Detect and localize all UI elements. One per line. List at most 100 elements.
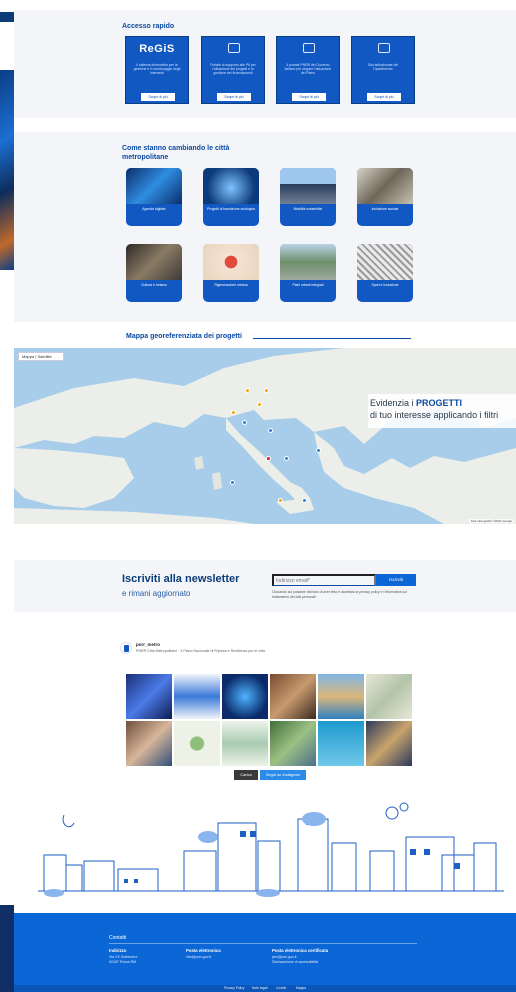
map-pin-selected[interactable] (266, 456, 271, 461)
city-card-1[interactable]: Agenda digitale (126, 168, 182, 226)
filter-hint-line2: di tuo interesse applicando i filtri (370, 410, 499, 420)
map-title-rule (253, 338, 411, 339)
map-section: Mappa georeferenziata dei progetti Mappa… (14, 322, 516, 528)
instagram-post[interactable] (270, 674, 316, 719)
city-card-image (357, 244, 413, 280)
city-card-image (357, 168, 413, 204)
map-pin-cluster[interactable] (268, 428, 273, 433)
instagram-video[interactable] (318, 721, 364, 766)
emblem-icon (303, 43, 315, 53)
footer-bottom-link[interactable]: Mappa (296, 986, 306, 990)
quick-card-3[interactable]: Il portale PNRR del Governo italiano per… (276, 36, 340, 104)
city-card-label: Progetti di transizione ecologica (207, 207, 255, 211)
map-pin-cluster[interactable] (242, 420, 247, 425)
footer-col-title: Indirizzo (109, 948, 127, 953)
footer-bottom-link[interactable]: Note legali (252, 986, 268, 990)
filter-hint-prefix: Evidenzia i (370, 398, 414, 408)
instagram-post[interactable] (126, 721, 172, 766)
map-pin-cluster[interactable] (264, 388, 269, 393)
page: Accesso rapido ReGiS Il sistema informat… (0, 0, 516, 992)
newsletter-subtitle: e rimani aggiornato (122, 589, 191, 598)
city-card-4[interactable]: Inclusione sociale (357, 168, 413, 226)
cities-title: Come stanno cambiando le città metropoli… (122, 145, 230, 161)
quick-card-button[interactable]: Scopri di più (217, 93, 251, 101)
newsletter-title: Iscriviti alla newsletter (122, 573, 240, 585)
instagram-post[interactable] (270, 721, 316, 766)
city-card-label: Agenda digitale (142, 207, 166, 211)
instagram-post[interactable] (222, 674, 268, 719)
subscribe-button[interactable]: Iscriviti (376, 574, 416, 586)
map-pin-cluster[interactable] (316, 448, 321, 453)
city-card-image (280, 168, 336, 204)
cities-section: Come stanno cambiando le città metropoli… (14, 132, 516, 322)
footer-heading: Contatti (109, 935, 127, 941)
project-map[interactable]: Mappa | Satellite Evidenzia i PROGETTI d… (14, 348, 516, 524)
regis-logo: ReGiS (139, 43, 175, 55)
map-pin-cluster[interactable] (230, 480, 235, 485)
city-card-2[interactable]: Progetti di transizione ecologica (203, 168, 259, 226)
instagram-feed: pnrr_metro PNRR Città Metropolitane · Il… (110, 636, 420, 784)
follow-instagram-button[interactable]: Segui su Instagram (260, 770, 306, 780)
footer-accessibility-link[interactable]: Dichiarazione di accessibilità (272, 960, 318, 965)
quick-card-2[interactable]: Portale di supporto alle PA per l'attuaz… (201, 36, 265, 104)
city-card-8[interactable]: Sport e inclusione (357, 244, 413, 302)
city-card-image (280, 244, 336, 280)
map-type-control[interactable]: Mappa | Satellite (18, 352, 64, 361)
city-illustration (14, 795, 516, 913)
emblem-icon (378, 43, 390, 53)
quick-card-4[interactable]: Sito istituzionale del Dipartimento Scop… (351, 36, 415, 104)
city-card-label: Cultura e turismo (141, 283, 167, 287)
instagram-post[interactable] (318, 674, 364, 719)
map-pin-cluster[interactable] (284, 456, 289, 461)
newsletter-section: Iscriviti alla newsletter e rimani aggio… (14, 560, 516, 612)
map-pin-cluster[interactable] (231, 410, 236, 415)
city-card-image (126, 244, 182, 280)
city-card-label: Mobilità sostenibile (293, 207, 323, 211)
instagram-post[interactable] (222, 721, 268, 766)
quick-card-desc: Il portale PNRR del Governo italiano per… (284, 63, 332, 76)
quick-card-button[interactable]: Scopri di più (141, 93, 175, 101)
city-card-6[interactable]: Rigenerazione urbana (203, 244, 259, 302)
city-card-7[interactable]: Piani urbani integrati (280, 244, 336, 302)
footer-email-link[interactable]: info@pnrr.gov.it (186, 955, 211, 960)
map-pin-cluster[interactable] (278, 498, 283, 503)
city-card-image (126, 168, 182, 204)
left-footer-strip (0, 905, 14, 992)
instagram-post[interactable] (174, 674, 220, 719)
city-skyline-art (38, 802, 504, 897)
instagram-bio: PNRR Città Metropolitane · Il Piano Nazi… (136, 649, 265, 653)
filter-hint-line1: Evidenzia i PROGETTI (370, 398, 462, 408)
load-more-button[interactable]: Carica (234, 770, 258, 780)
email-field[interactable] (272, 574, 376, 586)
city-card-label: Piani urbani integrati (292, 283, 324, 287)
quick-card-button[interactable]: Scopri di più (292, 93, 326, 101)
footer-col-title: Posta elettronica certificata (272, 948, 329, 953)
footer-bottom-link[interactable]: Privacy Policy (224, 986, 245, 990)
quick-card-button[interactable]: Scopri di più (367, 93, 401, 101)
instagram-avatar[interactable] (120, 642, 132, 654)
instagram-post[interactable] (366, 721, 412, 766)
city-card-label: Sport e inclusione (371, 283, 399, 287)
quick-card-regis[interactable]: ReGiS Il sistema informativo per la gest… (125, 36, 189, 104)
footer-col-title: Posta elettronica (186, 948, 221, 953)
map-pin-cluster[interactable] (302, 498, 307, 503)
instagram-name[interactable]: pnrr_metro (136, 642, 160, 647)
city-card-5[interactable]: Cultura e turismo (126, 244, 182, 302)
instagram-post[interactable] (126, 674, 172, 719)
privacy-note: Cliccando sul pulsante dichiaro di aver … (272, 590, 407, 599)
city-card-image (203, 168, 259, 204)
instagram-post[interactable] (366, 674, 412, 719)
quick-access-section: Accesso rapido ReGiS Il sistema informat… (14, 10, 516, 118)
footer-divider (109, 943, 417, 944)
map-land (14, 348, 516, 524)
footer-address-line: 00187 Roma RM (109, 960, 137, 964)
map-pin-cluster[interactable] (257, 402, 262, 407)
instagram-post[interactable] (174, 721, 220, 766)
map-attribution: Dati cartografici ©2024 Google (468, 519, 514, 523)
left-header-strip (0, 12, 14, 22)
quick-access-title: Accesso rapido (122, 23, 175, 30)
map-pin-cluster[interactable] (245, 388, 250, 393)
city-card-3[interactable]: Mobilità sostenibile (280, 168, 336, 226)
quick-card-desc: Portale di supporto alle PA per l'attuaz… (210, 63, 256, 76)
footer-bottom-link[interactable]: Cookie (276, 986, 286, 990)
